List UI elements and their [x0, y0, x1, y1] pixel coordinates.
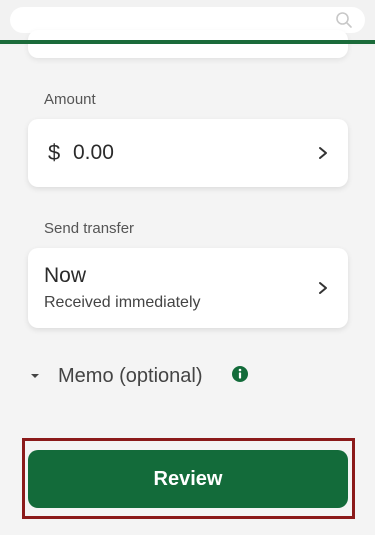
caret-down-icon: [31, 374, 39, 378]
amount-label: Amount: [44, 91, 96, 108]
memo-label: Memo (optional): [58, 365, 203, 387]
review-button[interactable]: Review: [28, 450, 348, 508]
transfer-form-page: Amount $ 0.00 Send transfer Now Received…: [0, 0, 375, 535]
amount-value: 0.00: [73, 141, 114, 164]
header-divider: [0, 40, 375, 44]
search-icon[interactable]: [335, 11, 353, 29]
previous-field-card[interactable]: [28, 30, 348, 58]
memo-toggle[interactable]: Memo (optional): [30, 362, 270, 390]
info-icon[interactable]: [231, 365, 249, 383]
currency-symbol: $: [48, 140, 61, 165]
transfer-timing: Now: [44, 264, 87, 287]
send-transfer-field[interactable]: Now Received immediately: [28, 248, 348, 328]
chevron-right-icon: [319, 147, 327, 159]
amount-field[interactable]: $ 0.00: [28, 119, 348, 187]
transfer-timing-subtitle: Received immediately: [44, 294, 201, 311]
send-transfer-label: Send transfer: [44, 220, 135, 237]
chevron-right-icon: [319, 282, 327, 294]
